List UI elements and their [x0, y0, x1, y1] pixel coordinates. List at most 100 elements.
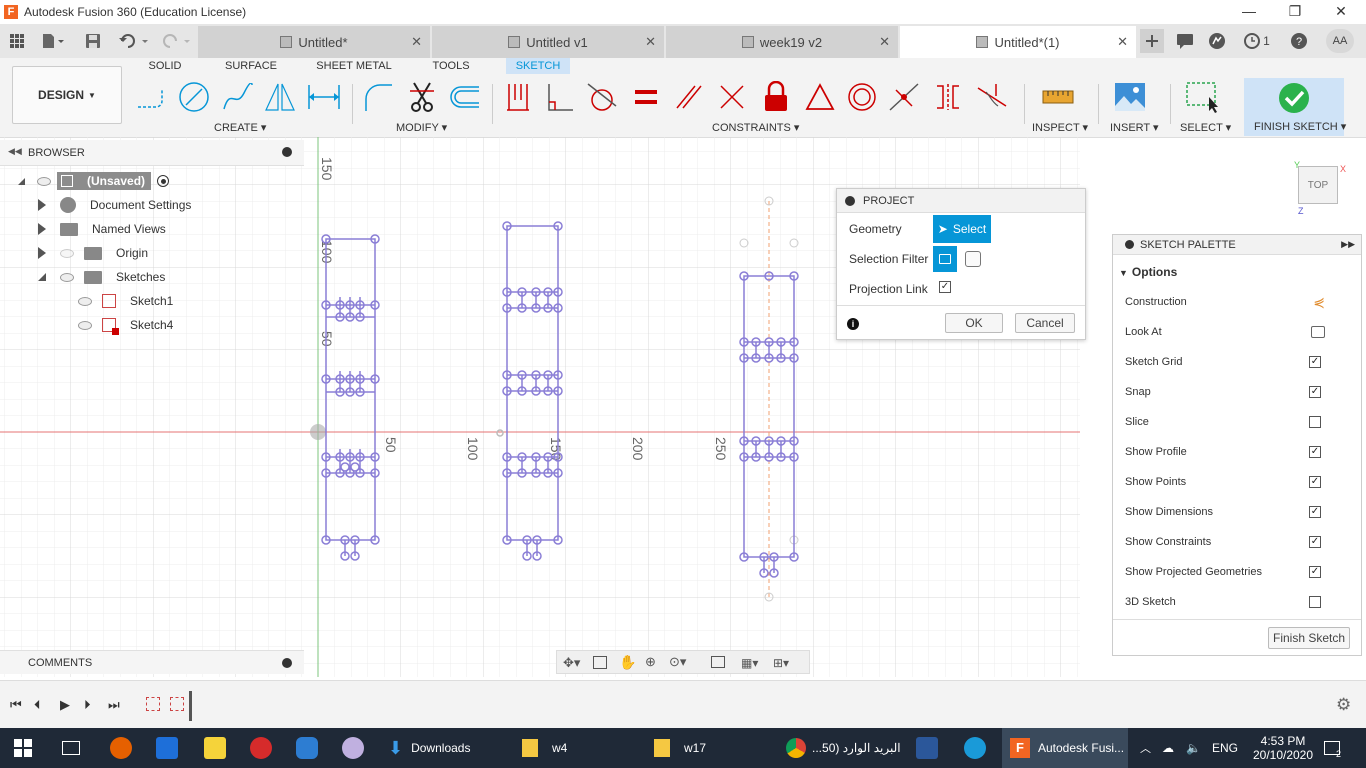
slice-checkbox[interactable] — [1309, 416, 1321, 428]
collinear-constraint-icon[interactable] — [886, 80, 922, 114]
go-to-end-icon[interactable]: ⏭ — [108, 697, 120, 713]
browser-item-sketches[interactable]: Sketches — [38, 266, 165, 288]
create-group-label[interactable]: CREATE ▾ — [214, 121, 266, 134]
browser-item-origin[interactable]: Origin — [38, 242, 148, 264]
select-group-label[interactable]: SELECT ▾ — [1180, 121, 1231, 134]
activate-radio-icon[interactable] — [157, 175, 170, 187]
spline-tool-icon[interactable] — [220, 80, 256, 114]
ok-button[interactable]: OK — [945, 313, 1003, 333]
constraints-group-label[interactable]: CONSTRAINTS ▾ — [712, 121, 799, 134]
zoom-icon[interactable]: ⊕ — [645, 654, 656, 670]
trim-tool-icon[interactable] — [404, 80, 440, 114]
timeline-sketch4-icon[interactable] — [170, 697, 184, 711]
mail-icon[interactable] — [156, 728, 178, 768]
data-panel-icon[interactable] — [1174, 30, 1196, 52]
step-forward-icon[interactable]: ⏵ — [84, 697, 91, 713]
zoom-window-icon[interactable]: ⊙▾ — [669, 654, 686, 670]
fix-constraint-icon[interactable] — [758, 80, 794, 114]
tangent-constraint-icon[interactable] — [584, 80, 620, 114]
expand-icon[interactable] — [38, 199, 46, 211]
avatar[interactable]: AA — [1326, 29, 1354, 53]
visibility-eye-icon[interactable] — [37, 176, 51, 186]
browser-root[interactable]: (Unsaved) — [18, 170, 188, 192]
collapse-browser-icon[interactable]: ◀◀ — [8, 146, 22, 157]
add-comment-icon[interactable] — [282, 658, 292, 668]
new-tab-icon[interactable] — [1140, 29, 1164, 53]
options-section-header[interactable]: ▼ Options — [1119, 265, 1177, 279]
word-icon[interactable] — [916, 728, 938, 768]
tab-surface[interactable]: SURFACE — [222, 58, 280, 74]
expanded-icon[interactable] — [18, 177, 25, 185]
insert-image-icon[interactable] — [1112, 80, 1148, 114]
extensions-icon[interactable] — [1206, 30, 1228, 52]
network-icon[interactable]: ☁ — [1162, 728, 1174, 768]
visibility-eye-icon[interactable] — [78, 296, 92, 306]
orbit-icon[interactable]: ✥▾ — [563, 655, 580, 671]
clock[interactable]: 4:53 PM 20/10/2020 — [1248, 728, 1318, 768]
palette-collapse-icon[interactable] — [1125, 240, 1134, 249]
viewports-icon[interactable]: ⊞▾ — [773, 656, 789, 670]
dimension-tool-icon[interactable] — [306, 80, 342, 114]
notifications-icon[interactable]: 2 — [1324, 728, 1354, 768]
minimize-button[interactable]: — — [1226, 0, 1272, 24]
close-tab-icon[interactable]: ✕ — [879, 34, 890, 50]
windows-start-icon[interactable] — [14, 728, 32, 768]
finish-sketch-button[interactable]: FINISH SKETCH ▾ — [1244, 78, 1346, 136]
browser-minimize-icon[interactable] — [282, 147, 292, 157]
look-at-icon[interactable] — [593, 656, 607, 669]
tab-untitled[interactable]: Untitled* ✕ — [198, 26, 430, 58]
cancel-button[interactable]: Cancel — [1015, 313, 1075, 333]
symmetry-constraint-icon[interactable] — [930, 80, 966, 114]
concentric-constraint-icon[interactable] — [844, 80, 880, 114]
origin-point[interactable] — [310, 424, 326, 440]
grid-settings-icon[interactable]: ▦▾ — [741, 656, 758, 670]
geometry-select-button[interactable]: ➤ Select — [933, 215, 991, 243]
line-tool-icon[interactable] — [134, 80, 170, 114]
step-back-icon[interactable]: ⏴ — [34, 697, 41, 713]
modify-group-label[interactable]: MODIFY ▾ — [396, 121, 447, 134]
insert-group-label[interactable]: INSERT ▾ — [1110, 121, 1159, 134]
browser-item-sketch4[interactable]: Sketch4 — [78, 314, 173, 336]
redo-icon[interactable] — [158, 30, 194, 52]
visibility-eye-icon[interactable] — [78, 320, 92, 330]
measure-tool-icon[interactable] — [1040, 80, 1076, 114]
file-menu-icon[interactable] — [38, 30, 68, 52]
close-button[interactable]: ✕ — [1318, 0, 1364, 24]
taskbar-fusion[interactable]: F Autodesk Fusi... — [1002, 728, 1128, 768]
finish-sketch-palette-button[interactable]: Finish Sketch — [1268, 627, 1350, 649]
circle-tool-icon[interactable] — [176, 80, 212, 114]
task-view-icon[interactable] — [62, 728, 80, 768]
midpoint-constraint-icon[interactable] — [802, 80, 838, 114]
show-constraints-checkbox[interactable]: ✓ — [1309, 536, 1321, 548]
undo-icon[interactable] — [116, 30, 152, 52]
show-profile-checkbox[interactable]: ✓ — [1309, 446, 1321, 458]
firefox-icon[interactable] — [110, 728, 132, 768]
filter-specified-entities-icon[interactable] — [933, 246, 957, 272]
language-indicator[interactable]: ENG — [1212, 728, 1238, 768]
browser-item-named-views[interactable]: Named Views — [38, 218, 166, 240]
view-cube[interactable]: Y X Z TOP — [1290, 160, 1350, 220]
close-tab-icon[interactable]: ✕ — [411, 34, 422, 50]
visibility-eye-icon[interactable] — [60, 272, 74, 282]
construction-icon[interactable]: ⋞ — [1313, 294, 1325, 311]
expanded-icon[interactable] — [38, 273, 46, 281]
palette-expand-icon[interactable]: ▶▶ — [1341, 239, 1355, 250]
job-status-icon[interactable]: 1 — [1240, 30, 1274, 52]
fillet-tool-icon[interactable] — [360, 80, 396, 114]
save-icon[interactable] — [82, 30, 104, 52]
hidden-eye-icon[interactable] — [60, 248, 74, 258]
play-icon[interactable]: ▶ — [60, 697, 70, 713]
tray-chevron-icon[interactable]: ︿ — [1140, 728, 1151, 768]
snap-checkbox[interactable]: ✓ — [1309, 386, 1321, 398]
maximize-button[interactable]: ❐ — [1272, 0, 1318, 24]
tab-solid[interactable]: SOLID — [140, 58, 190, 74]
inspect-group-label[interactable]: INSPECT ▾ — [1032, 121, 1088, 134]
dialog-collapse-icon[interactable] — [845, 195, 855, 206]
show-projected-geometries-checkbox[interactable]: ✓ — [1309, 566, 1321, 578]
timeline-marker[interactable] — [189, 691, 192, 721]
display-settings-icon[interactable] — [711, 656, 725, 668]
offset-tool-icon[interactable] — [446, 80, 482, 114]
app-red-icon[interactable] — [250, 728, 272, 768]
taskbar-w4[interactable]: w4 — [516, 728, 640, 768]
close-tab-icon[interactable]: ✕ — [645, 34, 656, 50]
